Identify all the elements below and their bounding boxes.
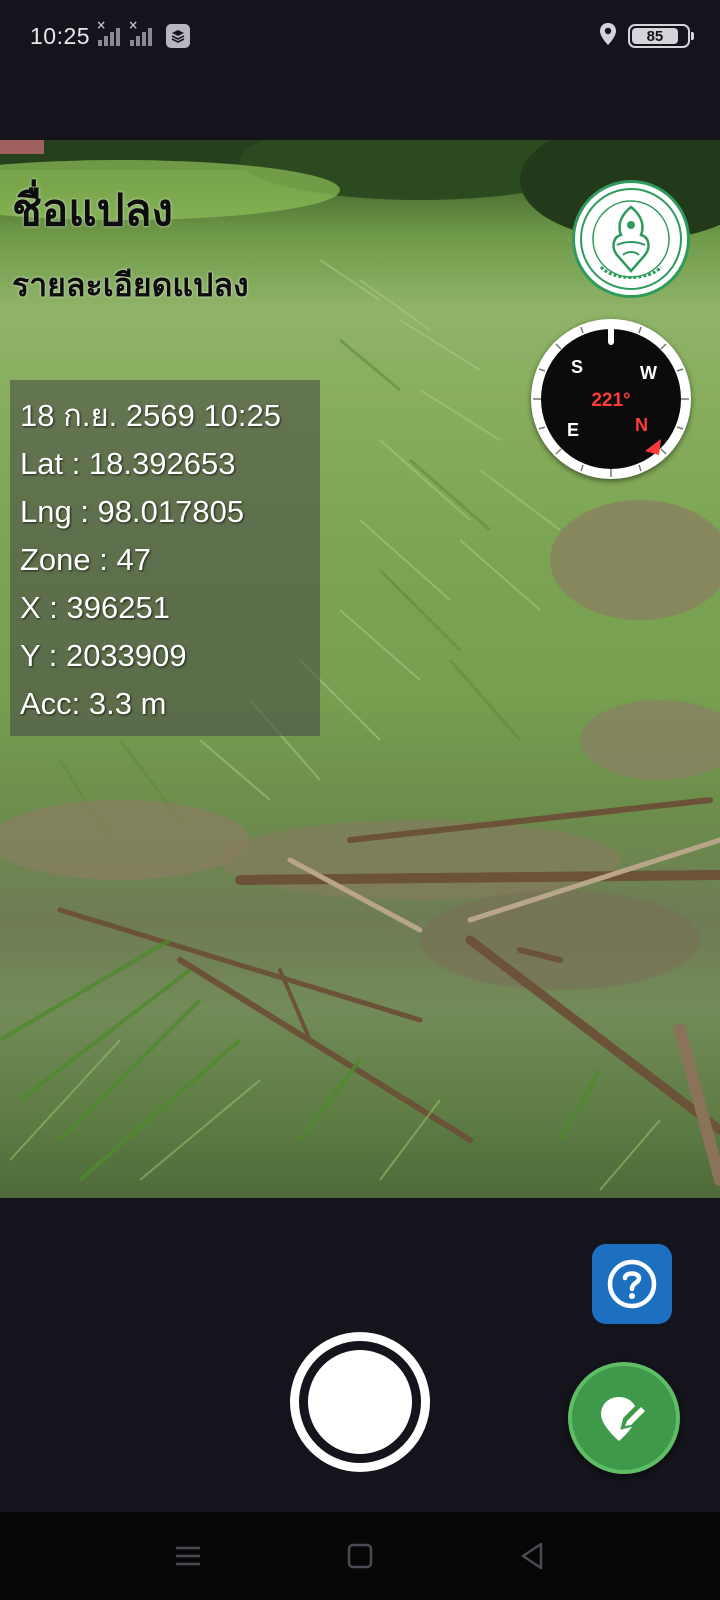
plot-name-label: ชื่อแปลง	[12, 185, 174, 236]
shutter-icon	[299, 1341, 421, 1463]
location-icon	[598, 22, 618, 50]
signal-no-service-icon: ×	[128, 18, 154, 46]
back-triangle-icon	[521, 1542, 543, 1570]
home-button[interactable]	[340, 1536, 380, 1576]
accuracy-text: Acc: 3.3 m	[20, 686, 167, 721]
compass-heading: 221°	[591, 390, 631, 411]
system-navigation-bar	[0, 1512, 720, 1600]
status-right: 85	[598, 22, 694, 50]
battery-icon: 85	[628, 24, 694, 48]
recent-apps-button[interactable]	[168, 1536, 208, 1576]
zone-text: Zone : 47	[20, 542, 151, 577]
home-square-icon	[347, 1543, 373, 1569]
longitude-text: Lng : 98.017805	[20, 494, 245, 529]
shutter-core	[308, 1350, 412, 1454]
compass-letter-n: N	[635, 415, 648, 435]
camera-viewfinder[interactable]: ชื่อแปลง รายละเอียดแปลง 18 ก.ย. 2569 10:…	[0, 140, 720, 1198]
location-edit-icon	[601, 1397, 650, 1441]
compass-letter-w: W	[640, 363, 657, 383]
status-bar: 10:25 × × 85	[0, 0, 720, 72]
status-time: 10:25	[30, 22, 91, 49]
compass-letter-e: E	[567, 420, 580, 440]
menu-icon	[176, 1546, 200, 1566]
signal-no-service-icon: ×	[96, 18, 122, 46]
back-button[interactable]	[512, 1536, 552, 1576]
north-arrow-icon	[645, 439, 661, 455]
compass-heading-marker	[608, 319, 614, 345]
plot-detail-label: รายละเอียดแปลง	[12, 266, 249, 304]
compass-widget: S W E N 221°	[531, 319, 691, 479]
battery-level: 85	[632, 28, 678, 45]
shutter-button[interactable]	[290, 1332, 430, 1472]
latitude-text: Lat : 18.392653	[20, 446, 236, 481]
gps-info-panel: 18 ก.ย. 2569 10:25 Lat : 18.392653 Lng :…	[10, 380, 320, 736]
app-notification-icon	[166, 24, 191, 48]
edit-location-button[interactable]	[568, 1362, 680, 1474]
utm-x-text: X : 396251	[20, 590, 170, 625]
department-seal-logo	[572, 180, 690, 298]
datetime-text: 18 ก.ย. 2569 10:25	[20, 398, 282, 433]
compass-letter-s: S	[571, 357, 584, 377]
help-button[interactable]	[592, 1244, 672, 1324]
question-circle-icon	[607, 1259, 657, 1309]
utm-y-text: Y : 2033909	[20, 638, 187, 673]
